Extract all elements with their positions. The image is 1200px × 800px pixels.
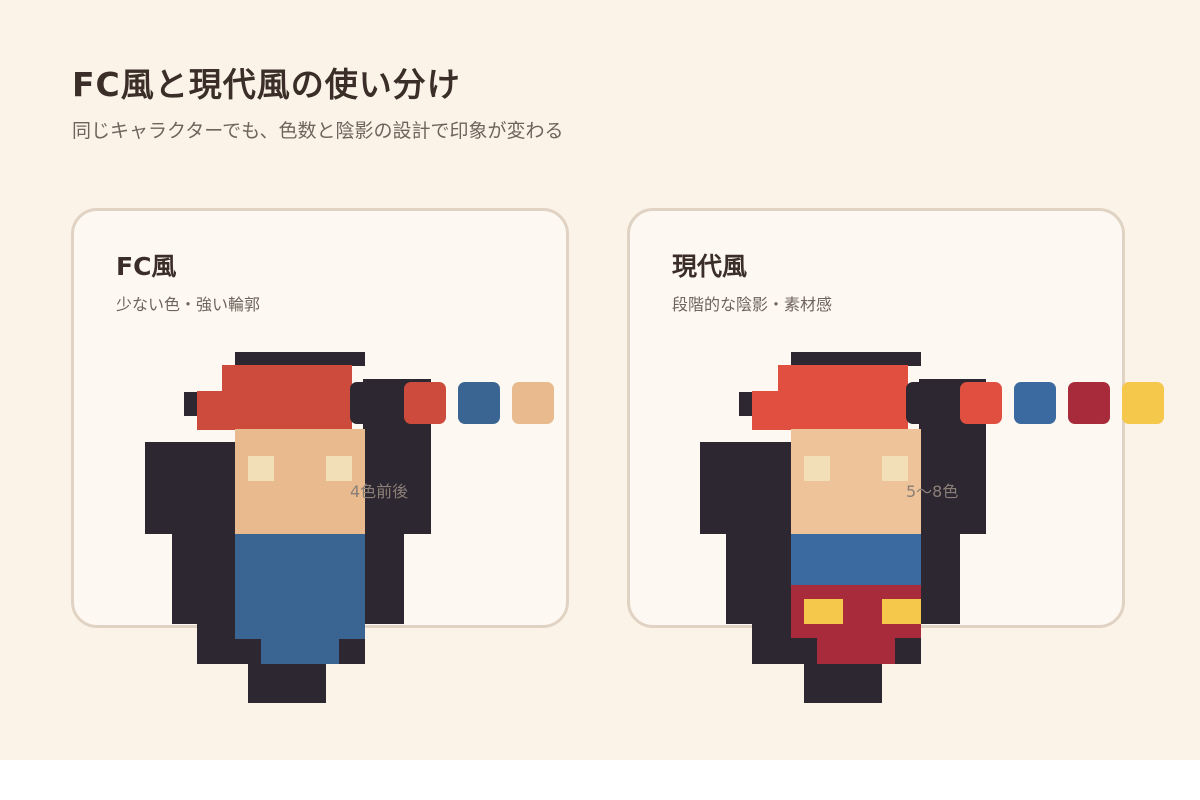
character-outline <box>339 638 365 664</box>
palette-swatch <box>404 382 446 424</box>
fc-color-count-label: 4色前後 <box>350 482 409 501</box>
character-outline <box>145 442 236 534</box>
character-hat-brim <box>752 391 817 430</box>
character-outline <box>739 392 753 416</box>
character-button-right <box>882 599 921 624</box>
character-eye-right <box>882 456 908 481</box>
character-eye-right <box>326 456 352 481</box>
fc-card-title: FC風 <box>116 252 177 281</box>
modern-card-title: 現代風 <box>672 252 748 281</box>
fc-card-description: 少ない色・強い輪郭 <box>116 295 261 314</box>
character-outline <box>919 532 960 624</box>
character-outline <box>700 442 791 534</box>
character-body <box>235 534 365 639</box>
palette-swatch <box>512 382 554 424</box>
character-face <box>791 429 921 535</box>
character-eye-left <box>804 456 830 481</box>
character-body <box>261 638 339 664</box>
character-face <box>235 429 365 535</box>
modern-card-description: 段階的な陰影・素材感 <box>672 295 833 314</box>
character-eye-left <box>248 456 274 481</box>
palette-swatch <box>1014 382 1056 424</box>
palette-swatch <box>906 382 948 424</box>
character-hat-brim <box>197 391 262 430</box>
character-outline <box>172 532 236 624</box>
character-outline <box>726 532 791 624</box>
palette-swatch <box>458 382 500 424</box>
character-outline <box>184 392 198 416</box>
palette-swatch <box>1122 382 1164 424</box>
character-outline <box>804 662 882 703</box>
page-subtitle: 同じキャラクターでも、色数と陰影の設計で印象が変わる <box>72 120 564 142</box>
character-shirt <box>791 534 921 586</box>
character-pants <box>817 637 895 664</box>
character-outline <box>791 352 921 366</box>
palette-swatch <box>1068 382 1110 424</box>
palette-swatch <box>960 382 1002 424</box>
palette-swatch <box>350 382 392 424</box>
slide: FC風と現代風の使い分け 同じキャラクターでも、色数と陰影の設計で印象が変わる … <box>0 0 1200 760</box>
character-outline <box>895 638 921 664</box>
character-button-left <box>804 599 843 624</box>
modern-color-count-label: 5〜8色 <box>906 482 959 501</box>
character-outline <box>248 662 326 703</box>
character-outline <box>235 352 365 366</box>
page-title: FC風と現代風の使い分け <box>72 65 461 104</box>
character-outline <box>363 532 404 624</box>
